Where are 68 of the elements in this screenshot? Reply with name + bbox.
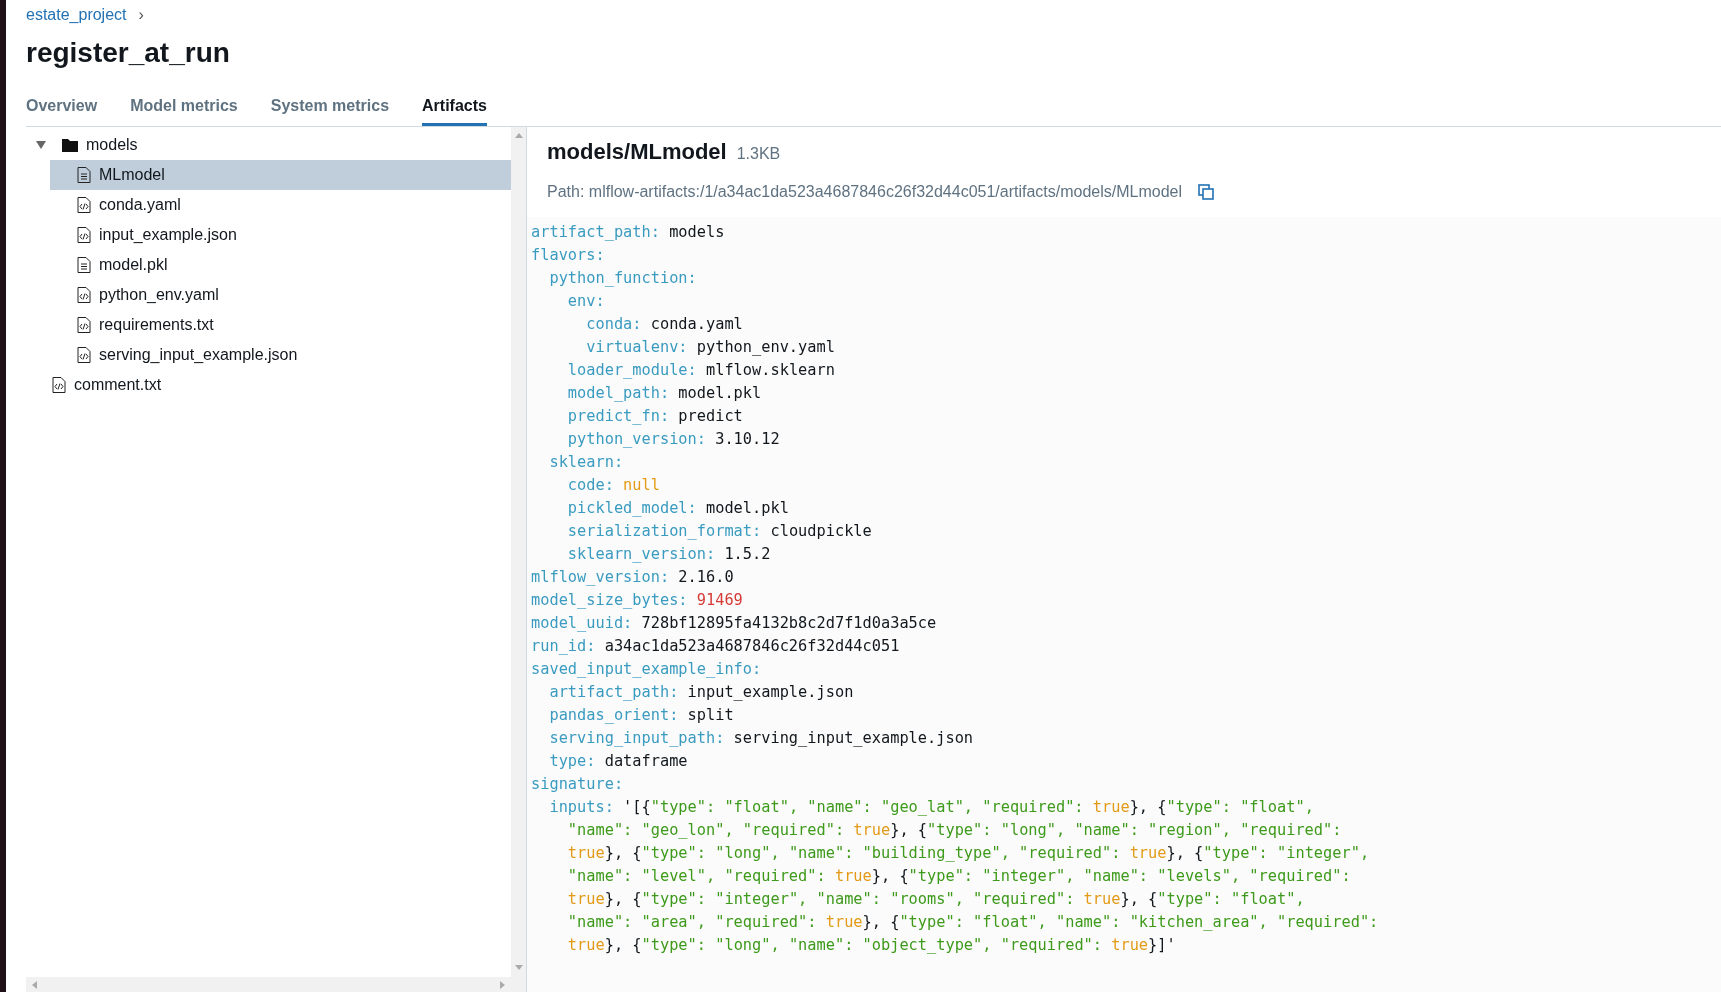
code-line: mlflow_version: 2.16.0 (531, 567, 735, 588)
tab[interactable]: Artifacts (422, 95, 487, 126)
code-file-icon (77, 197, 91, 213)
code-line: serialization_format: cloudpickle (566, 521, 873, 542)
code-line: env: (566, 291, 606, 312)
code-line: "name": "level", "required": true}, {"type": "integer", "name": "levels", "required": (566, 866, 1352, 887)
code-file-icon (77, 347, 91, 363)
code-line: model_uuid: 728bf12895fa4132b8c2d7f1d0a3a5ce (531, 613, 938, 634)
code-line: flavors: (531, 245, 606, 266)
copy-icon[interactable] (1198, 184, 1215, 200)
code-line: model_path: model.pkl (566, 383, 763, 404)
tree-item[interactable]: serving_input_example.json (50, 340, 511, 370)
code-file-icon (52, 377, 66, 393)
code-line: sklearn_version: 1.5.2 (566, 544, 772, 565)
vertical-scrollbar[interactable] (511, 127, 526, 992)
tab[interactable]: Overview (26, 95, 98, 126)
code-line: true}, {"type": "long", "name": "building_type", "required": true}, {"type": "integer", (566, 843, 1371, 864)
code-line: serving_input_path: serving_input_example.json (548, 728, 975, 749)
code-line: inputs: '[{"type": "float", "name": "geo_lat", "required": true}, {"type": "float", (548, 797, 1315, 818)
code-line: conda: conda.yaml (585, 314, 744, 335)
scroll-up-arrow-icon[interactable] (514, 133, 523, 138)
code-line: saved_input_example_info: (531, 659, 763, 680)
code-line: virtualenv: python_env.yaml (585, 337, 836, 358)
code-line: pickled_model: model.pkl (566, 498, 790, 519)
file-path: Path: mlflow-artifacts:/1/a34ac1da523a4687846c26f32d44c051/artifacts/models/MLmodel (547, 183, 1183, 201)
tree-item[interactable]: MLmodel (50, 160, 511, 190)
code-line: true}, {"type": "integer", "name": "rooms", "required": true}, {"type": "float", (566, 889, 1306, 910)
tab[interactable]: System metrics (270, 95, 390, 126)
file-size: 1.3KB (736, 145, 781, 163)
code-file-icon (77, 317, 91, 333)
code-line: "name": "geo_lon", "required": true}, {"type": "long", "name": "region", "required": (566, 820, 1343, 841)
code-line: artifact_path: models (531, 222, 726, 243)
code-line: run_id: a34ac1da523a4687846c26f32d44c051 (531, 636, 901, 657)
file-title: models/MLmodel (547, 139, 727, 165)
tree-item[interactable]: input_example.json (50, 220, 511, 250)
code-line: predict_fn: predict (566, 406, 744, 427)
scroll-left-arrow-icon[interactable] (32, 980, 37, 989)
breadcrumb-link[interactable]: estate_project (26, 6, 127, 24)
scroll-down-arrow-icon[interactable] (514, 965, 523, 970)
code-line: pandas_orient: split (548, 705, 735, 726)
code-line: signature: (531, 774, 625, 795)
page-title: register_at_run (26, 36, 231, 70)
code-line: type: dataframe (548, 751, 689, 772)
code-file-icon (77, 227, 91, 243)
code-line: sklearn: (548, 452, 625, 473)
code-line: artifact_path: input_example.json (548, 682, 855, 703)
code-line: code: null (566, 475, 661, 496)
code-line: "name": "area", "required": true}, {"type": "float", "name": "kitchen_area", "required": (566, 912, 1380, 933)
code-line: model_size_bytes: 91469 (531, 590, 744, 611)
document-icon (77, 167, 91, 183)
code-line: python_version: 3.10.12 (566, 429, 781, 450)
folder-icon (62, 138, 78, 152)
tree-item[interactable]: model.pkl (50, 250, 511, 280)
scroll-right-arrow-icon[interactable] (500, 980, 505, 989)
code-line: python_function: (548, 268, 698, 289)
tree-item[interactable]: python_env.yaml (50, 280, 511, 310)
document-icon (77, 257, 91, 273)
tree-item[interactable]: conda.yaml (50, 190, 511, 220)
breadcrumb-separator: › (138, 6, 144, 24)
code-file-icon (77, 287, 91, 303)
code-line: true}, {"type": "long", "name": "object_type", "required": true}]' (566, 935, 1177, 956)
tree-item[interactable]: models (26, 130, 511, 160)
tab[interactable]: Model metrics (130, 95, 238, 126)
code-line: loader_module: mlflow.sklearn (566, 360, 836, 381)
caret-icon[interactable] (36, 140, 46, 150)
horizontal-scrollbar[interactable] (26, 977, 511, 992)
tree-item[interactable]: requirements.txt (50, 310, 511, 340)
tree-item[interactable]: comment.txt (26, 370, 511, 400)
